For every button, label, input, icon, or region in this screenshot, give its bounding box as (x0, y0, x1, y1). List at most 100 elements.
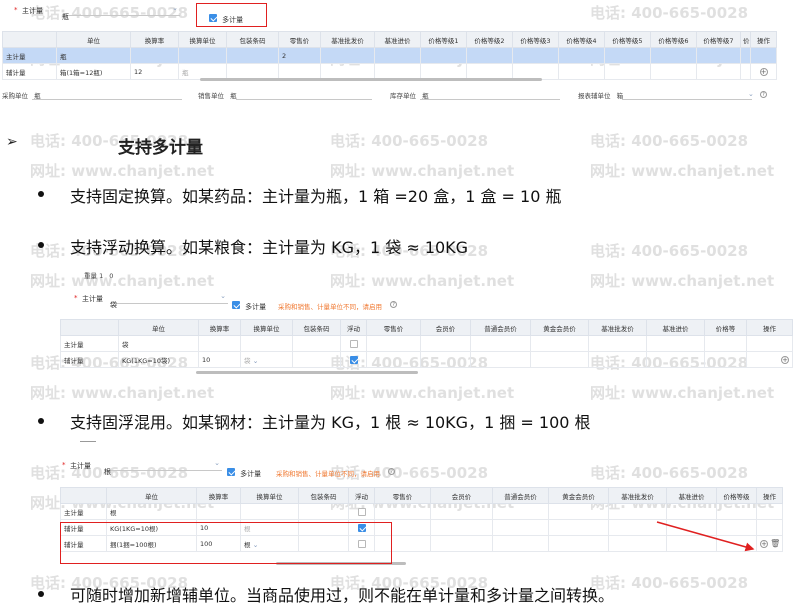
price-cell[interactable] (470, 335, 531, 352)
weight-field[interactable]: 重量 1 0 (84, 270, 113, 280)
price-cell[interactable] (366, 335, 421, 352)
trash-icon[interactable]: 🗑 (770, 539, 780, 548)
row-unit[interactable]: 瓶 (56, 47, 131, 64)
header-cell: 包装条码 (292, 319, 341, 336)
price-cell[interactable] (548, 519, 609, 536)
float-cell[interactable] (340, 335, 367, 352)
price-cell[interactable] (646, 351, 705, 368)
multi-unit-checkbox[interactable] (232, 300, 240, 309)
bullet-text: 支持浮动换算。如某粮食：主计量为 KG，1 袋 ≈ 10KG (70, 238, 469, 257)
main-unit-select[interactable]: 袋 ⌄ (110, 292, 228, 309)
price-cell[interactable] (512, 47, 559, 64)
add-row-icon[interactable]: + (781, 355, 789, 364)
watermark-site: 网址: www.chanjet.net (590, 384, 775, 402)
price-cell[interactable] (492, 535, 549, 552)
row-rate[interactable] (198, 335, 241, 352)
arrow-bullet-icon: ➢ (6, 134, 18, 150)
row-type: 主计量 (2, 47, 57, 64)
multi-unit-checkbox[interactable] (227, 467, 235, 476)
price-cell[interactable] (530, 335, 589, 352)
price-cell[interactable] (696, 63, 741, 80)
price-cell[interactable] (696, 47, 741, 64)
price-cell[interactable] (666, 503, 717, 520)
price-cell[interactable] (492, 519, 549, 536)
price-cell[interactable] (650, 63, 697, 80)
watermark-site: 网址: www.chanjet.net (330, 384, 515, 402)
row-conv[interactable] (178, 47, 227, 64)
chevron-down-icon: ⌄ (214, 459, 220, 467)
price-cell[interactable] (558, 63, 605, 80)
section-heading: 支持多计量 (118, 138, 203, 158)
table-row[interactable]: 主计量 袋 (60, 335, 793, 352)
main-unit-select[interactable]: 根 ⌄ (104, 459, 222, 476)
table-row[interactable]: 辅计量 KG(1KG=10袋) 10 袋 ⌄ + (60, 351, 793, 368)
horizontal-scrollbar[interactable] (196, 371, 418, 374)
price-cell[interactable] (548, 535, 609, 552)
bullet-dot (38, 242, 44, 248)
row-rate[interactable] (130, 47, 179, 64)
row-unit[interactable]: 箱(1箱=12瓶) (56, 63, 131, 80)
float-checkbox[interactable] (349, 355, 358, 364)
price-cell[interactable] (430, 519, 493, 536)
row-rate[interactable]: 12 (130, 63, 179, 80)
horizontal-scrollbar[interactable] (200, 78, 542, 81)
float-checkbox[interactable] (357, 507, 366, 516)
barcode-cell[interactable] (292, 335, 341, 352)
price-cell[interactable] (366, 351, 421, 368)
price-cell[interactable] (608, 503, 667, 520)
price-cell[interactable] (420, 351, 471, 368)
price-cell[interactable] (740, 63, 751, 80)
table-row[interactable]: 主计量 瓶 2 (2, 47, 777, 64)
header-cell: 零售价 (366, 319, 421, 336)
row-rate[interactable]: 10 (198, 351, 241, 368)
table-row[interactable]: 主计量 根 (60, 503, 783, 520)
help-icon[interactable]: ? (760, 91, 767, 98)
barcode-cell[interactable] (298, 503, 349, 520)
row-retail[interactable]: 2 (278, 47, 321, 64)
price-cell[interactable] (604, 63, 651, 80)
help-icon[interactable]: ? (390, 301, 398, 308)
row-conv[interactable]: 袋 ⌄ (240, 351, 293, 368)
price-cell[interactable] (716, 503, 757, 520)
price-cell[interactable] (374, 47, 421, 64)
price-cell[interactable] (740, 47, 751, 64)
add-row-icon[interactable]: + (759, 67, 768, 76)
barcode-cell[interactable] (292, 351, 341, 368)
price-cell[interactable] (374, 503, 431, 520)
price-cell[interactable] (420, 47, 467, 64)
price-cell[interactable] (320, 47, 375, 64)
price-cell[interactable] (604, 47, 651, 64)
price-cell[interactable] (430, 503, 493, 520)
row-conv[interactable] (240, 503, 299, 520)
float-cell[interactable] (340, 351, 367, 368)
row-barcode[interactable] (226, 47, 279, 64)
action-cell (756, 503, 783, 520)
price-cell[interactable] (470, 351, 531, 368)
float-checkbox[interactable] (349, 339, 358, 348)
price-cell[interactable] (704, 351, 747, 368)
price-cell[interactable] (548, 503, 609, 520)
price-cell[interactable] (558, 47, 605, 64)
weight-label: 重量 (84, 272, 97, 280)
price-cell[interactable] (430, 535, 493, 552)
main-unit-select[interactable]: 瓶 ⌄ (62, 4, 180, 21)
multi-unit-toggle[interactable]: 多计量 (232, 294, 266, 313)
multi-unit-toggle[interactable]: 多计量 (227, 461, 261, 480)
price-cell[interactable] (588, 335, 647, 352)
row-unit[interactable]: 根 (106, 503, 197, 520)
price-cell[interactable] (704, 335, 747, 352)
multi-unit-label: 多计量 (245, 303, 267, 311)
price-cell[interactable] (588, 351, 647, 368)
float-cell[interactable] (348, 503, 375, 520)
price-cell[interactable] (650, 47, 697, 64)
price-cell[interactable] (530, 351, 589, 368)
row-conv[interactable] (240, 335, 293, 352)
price-cell[interactable] (492, 503, 549, 520)
price-cell[interactable] (646, 335, 705, 352)
row-unit[interactable]: 袋 (118, 335, 199, 352)
row-unit[interactable]: KG(1KG=10袋) (118, 351, 199, 368)
row-rate[interactable] (196, 503, 241, 520)
help-icon[interactable]: ? (388, 468, 396, 475)
price-cell[interactable] (420, 335, 471, 352)
price-cell[interactable] (466, 47, 513, 64)
